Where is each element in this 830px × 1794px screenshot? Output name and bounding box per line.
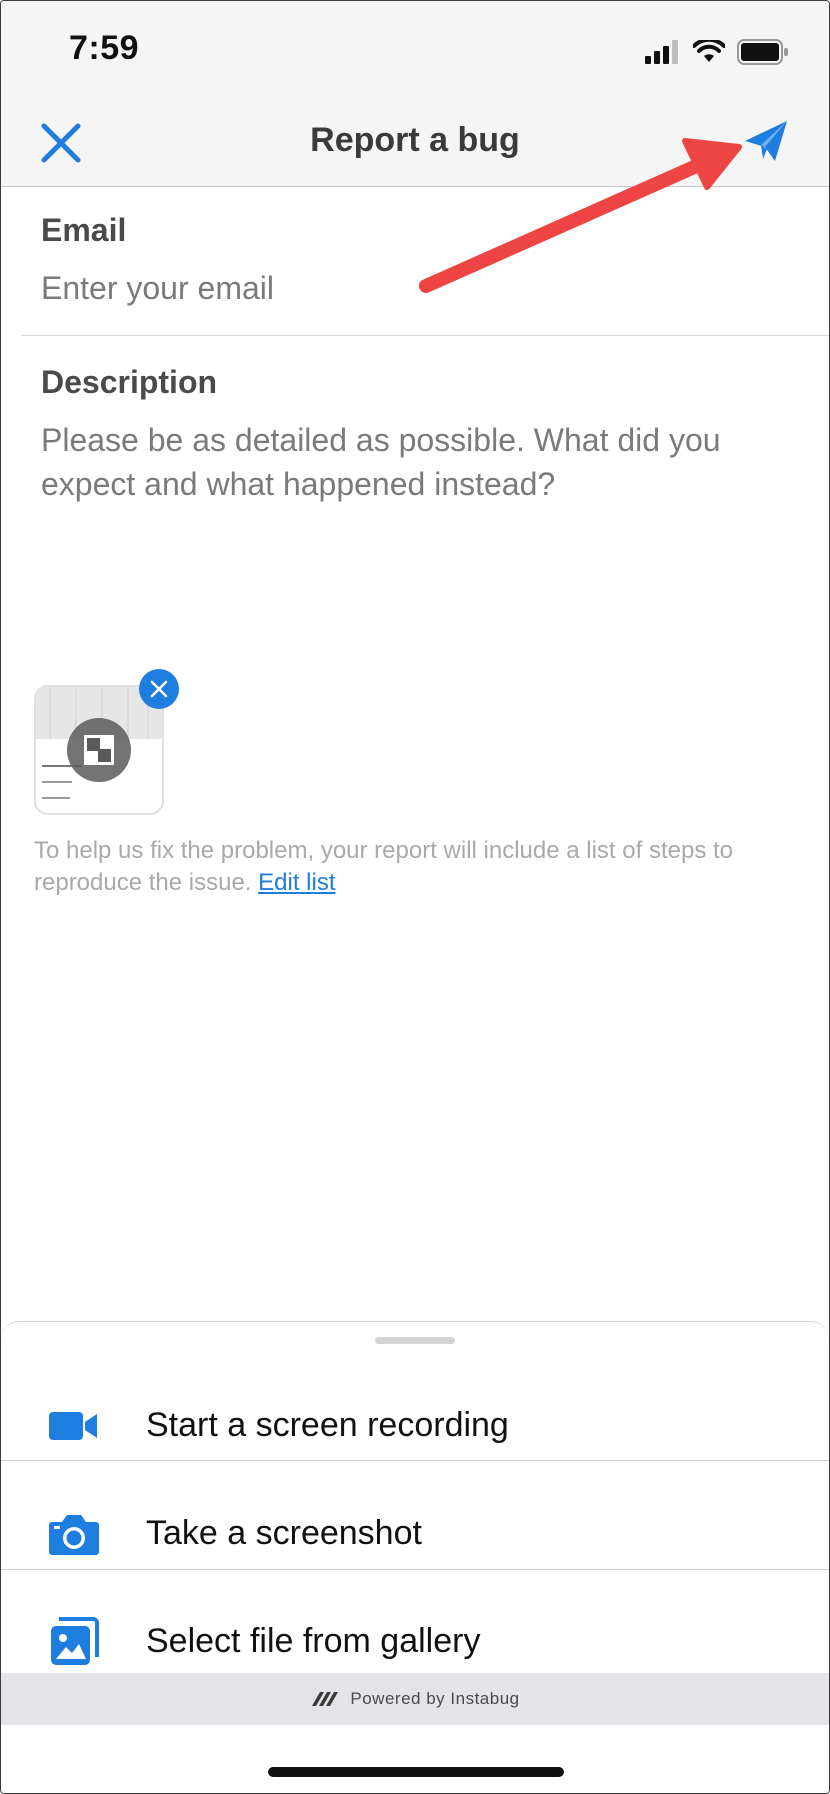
- repro-steps-hint: To help us fix the problem, your report …: [34, 835, 804, 899]
- app-screen: 7:59 Report a bug Email Enter your email…: [0, 0, 830, 1794]
- signal-icon: [645, 40, 678, 64]
- description-label: Description: [41, 364, 218, 400]
- screenshot-attachment[interactable]: [34, 685, 164, 815]
- gallery-icon: [47, 1615, 101, 1669]
- divider: [1, 1460, 829, 1461]
- close-icon: [150, 680, 168, 698]
- email-field[interactable]: [41, 267, 789, 309]
- wifi-icon: [693, 40, 725, 62]
- edit-image-icon: [84, 735, 114, 765]
- thumbnail-text-line: [42, 797, 70, 799]
- sheet-item-label: Start a screen recording: [146, 1406, 509, 1444]
- edit-list-link[interactable]: Edit list: [258, 869, 335, 896]
- email-label: Email: [41, 212, 127, 248]
- sheet-handle[interactable]: [375, 1337, 455, 1344]
- video-camera-icon: [47, 1399, 101, 1453]
- page-title: Report a bug: [310, 121, 520, 159]
- status-icons: [645, 37, 789, 67]
- sheet-item-label: Select file from gallery: [146, 1622, 481, 1660]
- powered-by-text: Powered by Instabug: [350, 1689, 520, 1708]
- start-screen-recording-button[interactable]: Start a screen recording: [1, 1372, 829, 1479]
- take-screenshot-button[interactable]: Take a screenshot: [1, 1480, 829, 1587]
- battery-icon: [737, 39, 788, 65]
- description-field[interactable]: [41, 418, 789, 578]
- send-button[interactable]: [743, 119, 789, 165]
- divider: [1, 1569, 829, 1570]
- top-bar: 7:59 Report a bug: [1, 1, 829, 187]
- sheet-item-label: Take a screenshot: [146, 1514, 422, 1552]
- home-indicator[interactable]: [268, 1767, 564, 1777]
- powered-by-footer: Powered by Instabug: [1, 1673, 829, 1725]
- instabug-logo-icon: [312, 1692, 339, 1706]
- hint-text: To help us fix the problem, your report …: [34, 837, 733, 896]
- divider: [21, 335, 829, 336]
- remove-attachment-button[interactable]: [139, 669, 179, 709]
- thumbnail-text-line: [42, 781, 72, 783]
- send-icon: [745, 121, 787, 161]
- annotate-overlay[interactable]: [67, 718, 131, 782]
- camera-icon: [47, 1507, 101, 1561]
- status-time: 7:59: [69, 29, 140, 67]
